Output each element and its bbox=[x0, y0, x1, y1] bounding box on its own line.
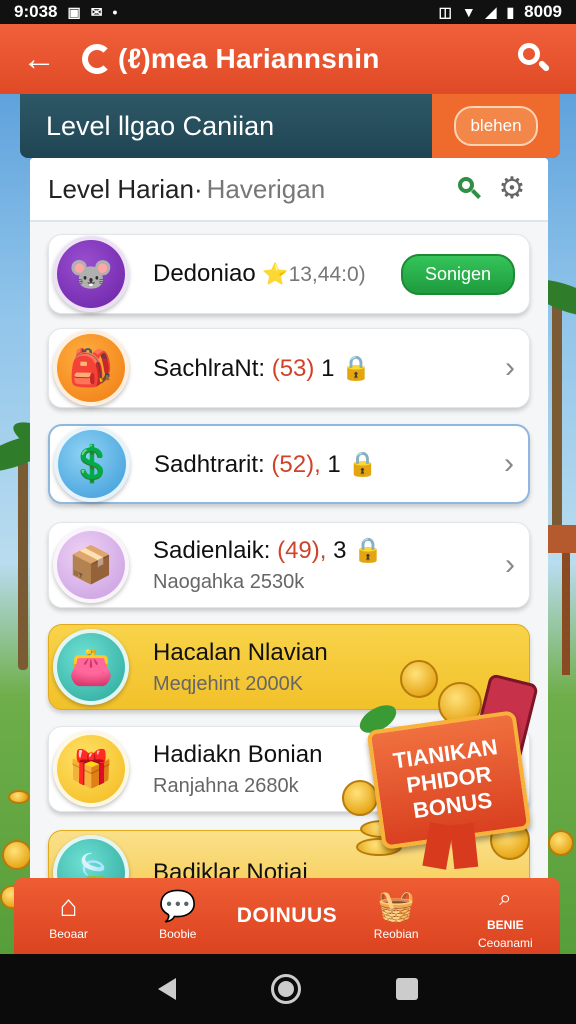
card-level: 1 bbox=[327, 450, 341, 478]
card-count: (53) bbox=[271, 354, 315, 382]
search-icon[interactable] bbox=[514, 39, 554, 79]
banner-button[interactable]: blehen bbox=[454, 106, 538, 146]
bag-icon: 🎒 bbox=[53, 330, 129, 406]
card-level: 3 bbox=[333, 537, 347, 564]
home-icon: ⌂ bbox=[59, 890, 78, 923]
palm-trunk bbox=[552, 300, 562, 540]
coin-icon bbox=[342, 780, 378, 816]
panel-subtitle: Haverigan bbox=[206, 173, 326, 204]
nav-item-home[interactable]: ⌂ Beoaar bbox=[19, 890, 119, 942]
coin-icon bbox=[8, 790, 30, 804]
dollar-icon: 💲 bbox=[54, 426, 130, 502]
card-count: (49), bbox=[277, 537, 327, 564]
sonigen-button[interactable]: Sonigen bbox=[400, 253, 515, 295]
list-item[interactable]: 💲 Sadhtrarit: (52), 1 🔒 › bbox=[48, 424, 530, 504]
bonus-graphic[interactable]: TIANIKAN PHIDOR BONUS bbox=[340, 620, 576, 890]
level-banner: Level llgao Caniian blehen bbox=[20, 94, 560, 158]
basket-icon: 🧺 bbox=[377, 890, 415, 923]
panel-header: Level Harian· Haverigan ⚙ bbox=[30, 158, 548, 222]
nav-label: Beoaar bbox=[49, 927, 88, 941]
list-item[interactable]: 🎒 SachlraNt: (53) 1 🔒 › bbox=[48, 328, 530, 408]
panel-title: Level Harian· bbox=[48, 173, 203, 204]
palm-trunk bbox=[18, 460, 28, 670]
card-meta: ⭐13,44:0) bbox=[262, 263, 366, 286]
back-triangle-icon[interactable] bbox=[157, 978, 176, 1000]
card-title: Dedoniao ⭐13,44:0) bbox=[153, 260, 401, 288]
vibrate-icon: ◫ bbox=[438, 3, 452, 20]
chevron-right-icon[interactable]: › bbox=[504, 447, 514, 481]
app-title: (ℓ)mea Hariannsnin bbox=[118, 43, 380, 74]
card-text: Sadienlaik: (49), 3 🔒 Naogahka 2530k bbox=[153, 536, 505, 594]
nav-label: Reobian bbox=[373, 927, 419, 941]
card-title: Sadienlaik: (49), 3 🔒 bbox=[153, 536, 505, 565]
battery-icon: ▮ bbox=[506, 3, 515, 20]
bottom-nav: ⌂ Beoaar 💬 Boobie DOINUUS 🧺 Reobian ⌕ BE… bbox=[14, 878, 560, 954]
signal-icon: ◢ bbox=[485, 3, 497, 20]
card-title: Sadhtrarit: (52), 1 🔒 bbox=[154, 450, 504, 479]
nav-label: Ceoanami bbox=[477, 936, 533, 950]
coin-icon bbox=[400, 660, 438, 698]
card-text: Dedoniao ⭐13,44:0) bbox=[153, 260, 401, 288]
card-title: SachlraNt: (53) 1 🔒 bbox=[153, 354, 505, 383]
card-subtitle: Naogahka 2530k bbox=[153, 571, 305, 593]
ribbon bbox=[449, 822, 479, 870]
banner-side: blehen bbox=[432, 94, 560, 158]
notification-icon: ▣ bbox=[67, 3, 81, 20]
banner-title: Level llgao Caniian bbox=[46, 110, 275, 141]
home-circle-icon[interactable] bbox=[270, 974, 301, 1004]
app-logo-icon bbox=[82, 44, 112, 74]
gift-card-icon: 🎁 bbox=[53, 731, 129, 807]
app-bar: ← (ℓ)mea Hariannsnin bbox=[0, 24, 576, 94]
card-text: Sadhtrarit: (52), 1 🔒 bbox=[154, 450, 504, 479]
status-bar: 9:038 ▣ ✉ • ◫ ▼ ◢ ▮ 8009 bbox=[0, 0, 576, 24]
chevron-right-icon[interactable]: › bbox=[505, 351, 515, 385]
nav-top-text: BENIE bbox=[487, 918, 524, 932]
list-item[interactable]: 🐭 Dedoniao ⭐13,44:0) Sonigen bbox=[48, 234, 530, 314]
box-icon: 📦 bbox=[53, 527, 129, 603]
mouse-icon: 🐭 bbox=[53, 236, 129, 312]
mail-icon: ✉ bbox=[90, 3, 103, 20]
list-item[interactable]: 📦 Sadienlaik: (49), 3 🔒 Naogahka 2530k › bbox=[48, 522, 530, 608]
wallet-icon: 👛 bbox=[53, 629, 129, 705]
card-title-text: Dedoniao bbox=[153, 260, 256, 287]
lock-icon: 🔒 bbox=[341, 354, 371, 382]
chat-bubble-icon: 💬 bbox=[159, 890, 197, 923]
dot-icon: • bbox=[112, 4, 118, 20]
card-title-text: Sadhtrarit: bbox=[154, 450, 265, 478]
back-arrow-icon[interactable]: ← bbox=[22, 40, 82, 79]
chevron-right-icon[interactable]: › bbox=[505, 548, 515, 582]
lock-icon: 🔒 bbox=[353, 537, 384, 564]
search-icon[interactable] bbox=[452, 171, 488, 207]
card-title-text: Sadienlaik: bbox=[153, 537, 271, 564]
coin-icon bbox=[2, 840, 32, 870]
nav-item-bonus[interactable]: DOINUUS bbox=[237, 904, 337, 928]
system-nav bbox=[0, 954, 576, 1024]
recents-square-icon[interactable] bbox=[396, 978, 419, 1000]
card-count: (52), bbox=[271, 450, 321, 478]
nav-item-basket[interactable]: 🧺 Reobian bbox=[346, 890, 446, 942]
nav-bonus-label: DOINUUS bbox=[236, 904, 338, 927]
nav-label: Boobie bbox=[159, 927, 197, 941]
card-level: 1 bbox=[321, 354, 335, 382]
card-title-text: SachlraNt: bbox=[153, 354, 266, 382]
status-time: 9:038 bbox=[14, 2, 58, 21]
battery-text: 8009 bbox=[524, 2, 562, 21]
lock-icon: 🔒 bbox=[347, 450, 378, 478]
nav-item-search[interactable]: ⌕ BENIE Ceoanami bbox=[455, 882, 555, 950]
nav-item-chat[interactable]: 💬 Boobie bbox=[128, 890, 228, 942]
wifi-icon: ▼ bbox=[461, 4, 476, 20]
search-icon: ⌕ bbox=[499, 885, 512, 910]
gear-icon[interactable]: ⚙ bbox=[494, 171, 530, 207]
card-text: SachlraNt: (53) 1 🔒 bbox=[153, 354, 505, 383]
